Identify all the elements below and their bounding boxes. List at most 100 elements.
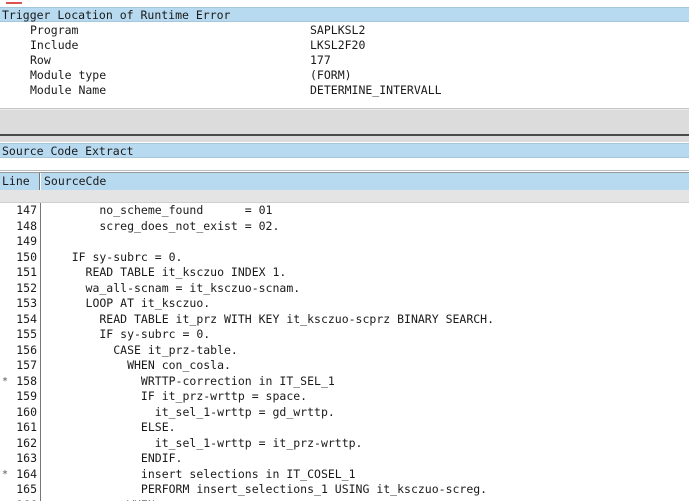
source-code-text: LOOP AT it_ksczuo. [44, 296, 211, 310]
line-number: 160 [16, 404, 37, 419]
column-divider [40, 420, 41, 436]
grey-separator-band [0, 108, 689, 135]
source-code-text: WRTTP-correction in IT_SEL_1 [44, 373, 335, 388]
code-row: 156 CASE it_prz-table. [0, 342, 689, 358]
code-row: 147 no_scheme_found = 01 [0, 203, 689, 219]
table-top-band [0, 160, 689, 171]
comment-marker [0, 420, 12, 436]
detail-row: Row 177 [0, 53, 689, 68]
source-code-text: ELSE. [44, 420, 176, 434]
code-row: 150 IF sy-subrc = 0. [0, 249, 689, 266]
source-code-text: it_sel_1-wrttp = it_prz-wrttp. [44, 435, 363, 450]
code-row: * 158 WRTTP-correction in IT_SEL_1 [0, 373, 689, 389]
comment-marker [0, 436, 12, 452]
comment-marker [0, 358, 12, 374]
source-code-text: IF it_prz-wrttp = space. [44, 389, 308, 403]
line-number: 164 [16, 466, 37, 481]
column-divider [40, 373, 41, 389]
detail-row: Module Name DETERMINE_INTERVALL [0, 83, 689, 98]
column-header-line[interactable]: Line [0, 173, 40, 190]
source-code-text: CASE it_prz-table. [44, 342, 238, 357]
column-header-source-label: SourceCde [44, 174, 107, 188]
line-number: 154 [16, 311, 37, 326]
column-divider [40, 497, 41, 501]
detail-row: Include LKSL2F20 [0, 38, 689, 53]
trigger-location-title: Trigger Location of Runtime Error [2, 8, 231, 22]
source-code-text: READ TABLE it_ksczuo INDEX 1. [44, 265, 287, 279]
code-row: * 164 insert selections in IT_COSEL_1 [0, 466, 689, 482]
line-number: 151 [16, 265, 37, 279]
detail-key: Module Name [30, 83, 107, 97]
source-code-text: insert selections in IT_COSEL_1 [44, 466, 356, 481]
comment-marker: * [2, 468, 9, 480]
code-row: 148 screg_does_not_exist = 02. [0, 218, 689, 235]
code-row: 154 READ TABLE it_prz WITH KEY it_ksczuo… [0, 311, 689, 328]
line-number: 147 [16, 203, 37, 217]
line-number: 157 [16, 358, 37, 372]
line-number: 161 [16, 420, 37, 434]
red-marker [6, 2, 22, 4]
detail-key: Row [30, 53, 51, 67]
line-number: 163 [16, 451, 37, 465]
column-divider [40, 203, 41, 219]
comment-marker: * [2, 375, 9, 387]
source-code-text: IF sy-subrc = 0. [44, 327, 211, 341]
column-divider [40, 249, 41, 265]
code-row: 163 ENDIF. [0, 451, 689, 467]
comment-marker [0, 265, 12, 281]
comment-marker [0, 405, 12, 421]
detail-key: Program [30, 23, 79, 37]
source-code-text: PERFORM insert_selections_1 USING it_ksc… [44, 482, 488, 496]
comment-marker [0, 498, 12, 501]
code-row: 155 IF sy-subrc = 0. [0, 327, 689, 343]
column-divider [40, 389, 41, 405]
comment-marker [0, 234, 12, 250]
code-row: 151 READ TABLE it_ksczuo INDEX 1. [0, 265, 689, 281]
trigger-location-header: Trigger Location of Runtime Error [0, 7, 689, 22]
line-number: 166 [12, 498, 37, 501]
code-row: 162 it_sel_1-wrttp = it_prz-wrttp. [0, 435, 689, 452]
code-row: 165 PERFORM insert_selections_1 USING it… [0, 482, 689, 498]
column-divider [40, 265, 41, 281]
source-code-table: 147 no_scheme_found = 01 148 screg_does_n… [0, 203, 689, 501]
comment-marker [0, 327, 12, 343]
source-code-extract-title: Source Code Extract [2, 144, 134, 158]
line-number: 149 [16, 234, 37, 248]
detail-value: DETERMINE_INTERVALL [310, 83, 442, 97]
detail-row: Module type (FORM) [0, 68, 689, 83]
comment-marker [0, 451, 12, 467]
column-divider [40, 311, 41, 327]
detail-value: LKSL2F20 [310, 38, 366, 52]
source-table-header: Line SourceCde [0, 172, 689, 191]
code-row: 159 IF it_prz-wrttp = space. [0, 389, 689, 405]
detail-key: Include [30, 38, 79, 52]
comment-marker [0, 281, 12, 297]
table-header-spacer [0, 190, 689, 203]
detail-value: SAPLKSL2 [310, 23, 366, 37]
line-number: 150 [16, 249, 37, 264]
code-row: 166 WHEN con_cosra. [0, 497, 689, 501]
line-number: 162 [16, 435, 37, 450]
comment-marker [0, 312, 12, 328]
code-row: 160 it_sel_1-wrttp = gd_wrttp. [0, 404, 689, 421]
column-divider [40, 435, 41, 451]
line-number: 165 [16, 482, 37, 496]
code-row: 149 [0, 234, 689, 250]
column-divider [40, 358, 41, 374]
column-header-source[interactable]: SourceCde [41, 173, 689, 190]
detail-value: 177 [310, 53, 331, 67]
comment-marker [0, 250, 12, 266]
column-divider [40, 327, 41, 343]
line-number: 153 [16, 296, 37, 310]
line-number: 155 [16, 327, 37, 341]
comment-marker [0, 219, 12, 235]
top-strip [0, 0, 689, 7]
line-number: 152 [16, 280, 37, 295]
source-code-text: wa_all-scnam = it_ksczuo-scnam. [44, 280, 301, 295]
column-divider [40, 234, 41, 250]
detail-key: Module type [30, 68, 107, 82]
source-code-text: IF sy-subrc = 0. [44, 249, 183, 264]
line-number: 158 [16, 373, 37, 388]
column-divider [40, 296, 41, 312]
comment-marker [0, 389, 12, 405]
